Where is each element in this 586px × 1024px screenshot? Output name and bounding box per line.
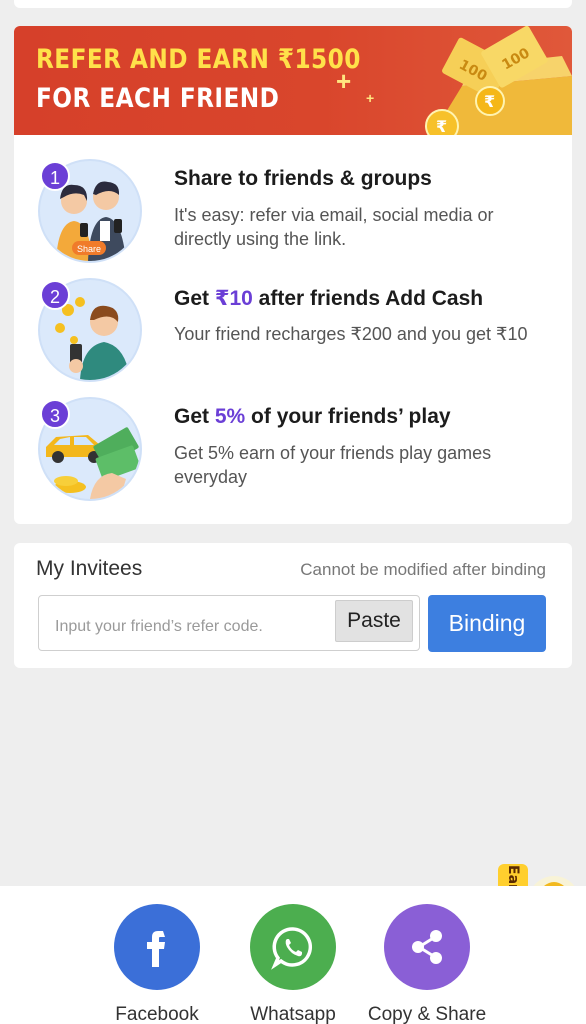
whatsapp-icon (250, 904, 336, 990)
binding-button[interactable]: Binding (428, 595, 546, 652)
share-icon (384, 904, 470, 990)
step-description: Your friend recharges ₹200 and you get ₹… (174, 324, 528, 344)
share-label: Whatsapp (250, 1004, 336, 1024)
step-number-badge: 2 (40, 280, 70, 310)
share-bar: Facebook Whatsapp Copy & Share (0, 886, 586, 1024)
step-number-badge: 1 (40, 161, 70, 191)
step-description: Get 5% earn of your friends play games e… (174, 443, 492, 487)
banner-subheadline: FOR EACH FRIEND (36, 83, 280, 114)
step-title: Get ₹10 after friends Add Cash (174, 287, 484, 310)
step-play-earn: 3 Get 5% of your friends’ play Get 5% ea… (14, 397, 572, 507)
share-label: Copy & Share (367, 1004, 487, 1024)
money-box-illustration: 100 100 ₹ ₹ (425, 26, 572, 135)
step-share: 1 Share Share to friends & groups It's e… (14, 159, 572, 269)
share-whatsapp[interactable]: Whatsapp (218, 904, 368, 1024)
banner-headline: REFER AND EARN ₹1500 (36, 44, 361, 75)
svg-text:₹: ₹ (436, 117, 447, 135)
refer-banner: REFER AND EARN ₹1500 FOR EACH FRIEND + +… (14, 26, 572, 135)
binding-note: Cannot be modified after binding (300, 560, 546, 579)
previous-card-remnant (14, 0, 572, 8)
sparkle-icon: + (336, 66, 352, 96)
step-title: Share to friends & groups (174, 167, 432, 190)
step-description: It's easy: refer via email, social media… (174, 205, 494, 249)
step-number-badge: 3 (40, 399, 70, 429)
paste-button[interactable]: Paste (335, 600, 413, 642)
step-title: Get 5% of your friends’ play (174, 405, 451, 428)
svg-text:₹: ₹ (484, 92, 495, 111)
share-facebook[interactable]: Facebook (82, 904, 232, 1024)
share-copy[interactable]: Copy & Share (352, 904, 502, 1024)
refer-code-input[interactable] (39, 596, 333, 650)
refer-card: REFER AND EARN ₹1500 FOR EACH FRIEND + +… (14, 26, 572, 524)
facebook-icon (114, 904, 200, 990)
refer-code-field: Paste (38, 595, 420, 651)
share-label: Facebook (115, 1004, 199, 1024)
step-add-cash: 2 Get ₹10 after friends Add Cash Your fr… (14, 278, 572, 388)
invitees-title: My Invitees (36, 557, 143, 580)
svg-text:Share: Share (77, 244, 101, 254)
invitees-card: My Invitees Cannot be modified after bin… (14, 543, 572, 668)
